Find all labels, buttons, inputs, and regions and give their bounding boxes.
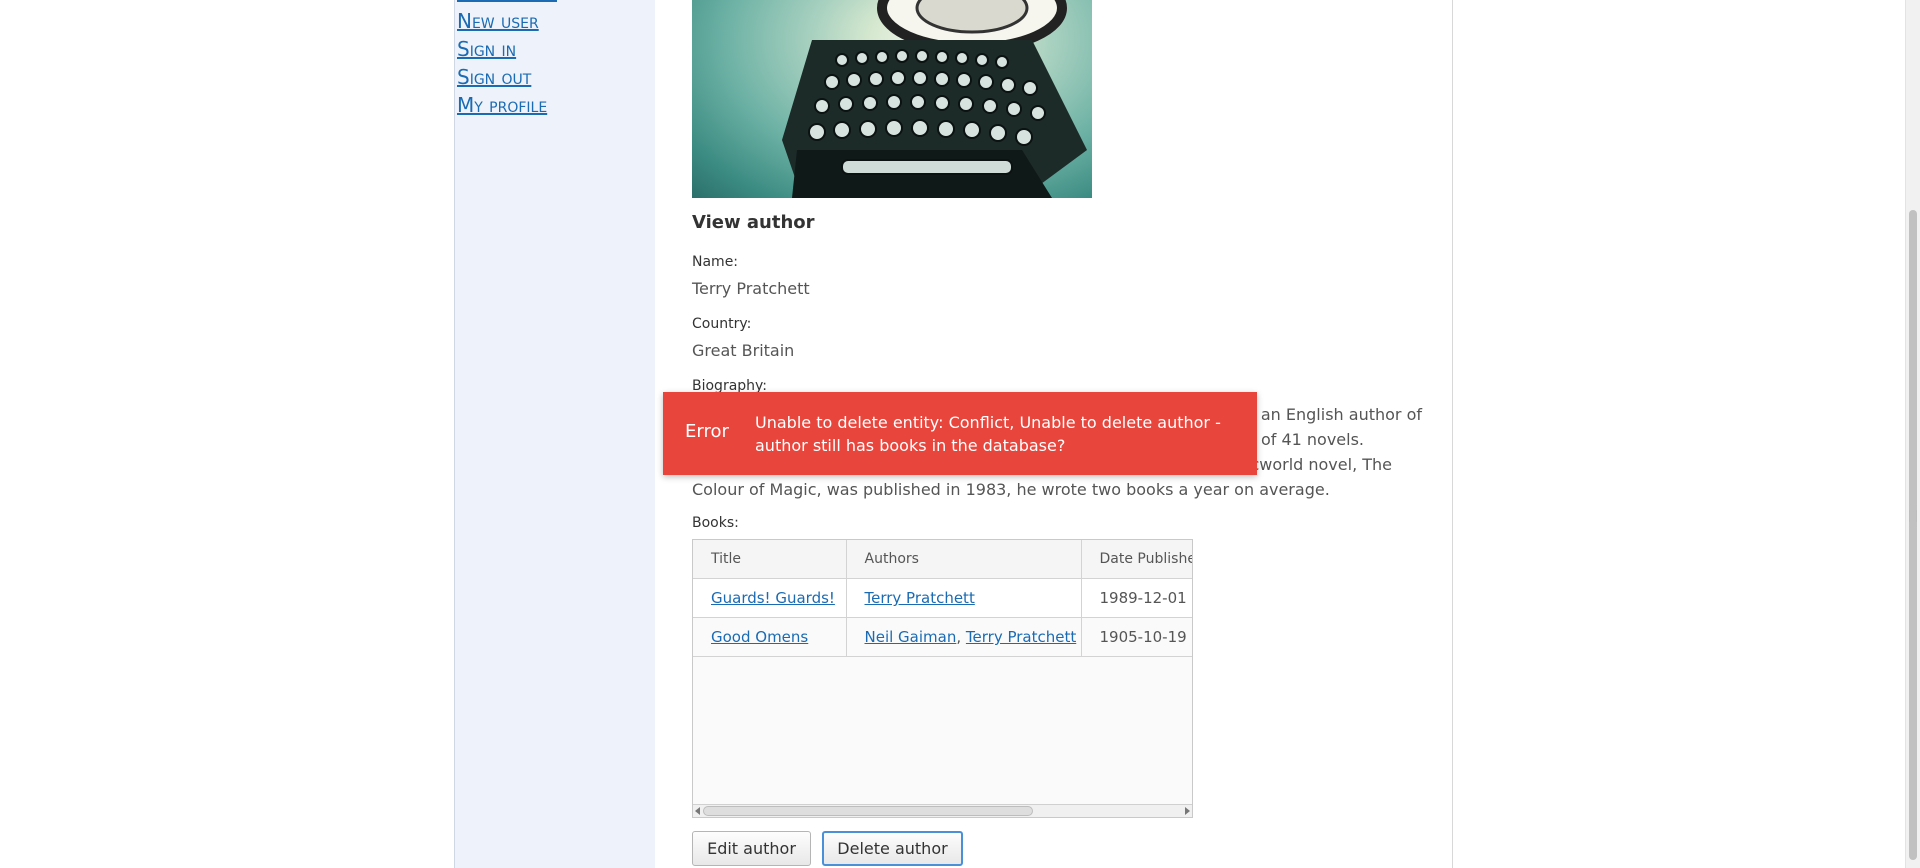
book-link[interactable]: Good Omens	[711, 628, 808, 646]
column-header-date[interactable]: Date Published	[1081, 540, 1192, 579]
table-row: Good Omens Neil Gaiman, Terry Pratchett …	[693, 617, 1192, 657]
error-toast-title: Error	[685, 421, 729, 442]
author-link[interactable]: Terry Pratchett	[966, 628, 1076, 646]
name-label: Name:	[692, 254, 739, 270]
scroll-right-arrow-icon[interactable]	[1185, 807, 1190, 815]
typewriter-illustration	[782, 0, 1087, 198]
scroll-left-arrow-icon[interactable]	[695, 807, 700, 815]
book-link[interactable]: Guards! Guards!	[711, 589, 835, 607]
biography-line: Colour of Magic, was published in 1983, …	[692, 480, 1330, 499]
sidebar: New user Sign in Sign out My profile	[454, 0, 656, 868]
sidebar-cut-link	[457, 0, 557, 2]
books-table: Title Authors Date Published Guards! Gua…	[692, 539, 1193, 818]
content-border	[1452, 0, 1453, 868]
page-scrollbar[interactable]	[1905, 0, 1920, 868]
page: New user Sign in Sign out My profile Vie…	[0, 0, 1920, 868]
table-horizontal-scrollbar[interactable]	[693, 804, 1192, 817]
page-scrollbar-thumb[interactable]	[1909, 210, 1917, 860]
scrollbar-thumb[interactable]	[703, 806, 1033, 816]
cell-title: Good Omens	[693, 617, 847, 657]
sidebar-link-sign-in[interactable]: Sign in	[457, 37, 516, 61]
resize-grip-icon	[1909, 510, 1917, 522]
author-link[interactable]: Terry Pratchett	[865, 589, 975, 607]
author-link[interactable]: Neil Gaiman	[865, 628, 957, 646]
table-header-row: Title Authors Date Published	[693, 540, 1192, 579]
name-value: Terry Pratchett	[692, 279, 810, 298]
typewriter-image	[692, 0, 1092, 198]
sidebar-link-my-profile[interactable]: My profile	[457, 93, 547, 117]
error-toast-message: Unable to delete entity: Conflict, Unabl…	[755, 413, 1221, 455]
cell-title: Guards! Guards!	[693, 578, 847, 618]
column-header-authors[interactable]: Authors	[846, 540, 1082, 579]
delete-author-button[interactable]: Delete author	[822, 831, 963, 866]
page-title: View author	[692, 212, 815, 233]
table-row: Guards! Guards! Terry Pratchett 1989-12-…	[693, 578, 1192, 618]
books-label: Books:	[692, 515, 739, 531]
edit-author-button[interactable]: Edit author	[692, 831, 811, 866]
cell-date: 1989-12-01	[1081, 578, 1192, 618]
sidebar-links: New user Sign in Sign out My profile	[457, 10, 547, 122]
country-value: Great Britain	[692, 341, 795, 360]
cell-date: 1905-10-19	[1081, 617, 1192, 657]
left-gutter	[0, 0, 454, 868]
column-header-title[interactable]: Title	[693, 540, 847, 579]
cell-authors: Neil Gaiman, Terry Pratchett	[846, 617, 1082, 657]
sidebar-link-new-user[interactable]: New user	[457, 9, 539, 33]
error-toast[interactable]: Error Unable to delete entity: Conflict,…	[663, 392, 1257, 475]
country-label: Country:	[692, 316, 752, 332]
cell-authors: Terry Pratchett	[846, 578, 1082, 618]
sidebar-link-sign-out[interactable]: Sign out	[457, 65, 531, 89]
